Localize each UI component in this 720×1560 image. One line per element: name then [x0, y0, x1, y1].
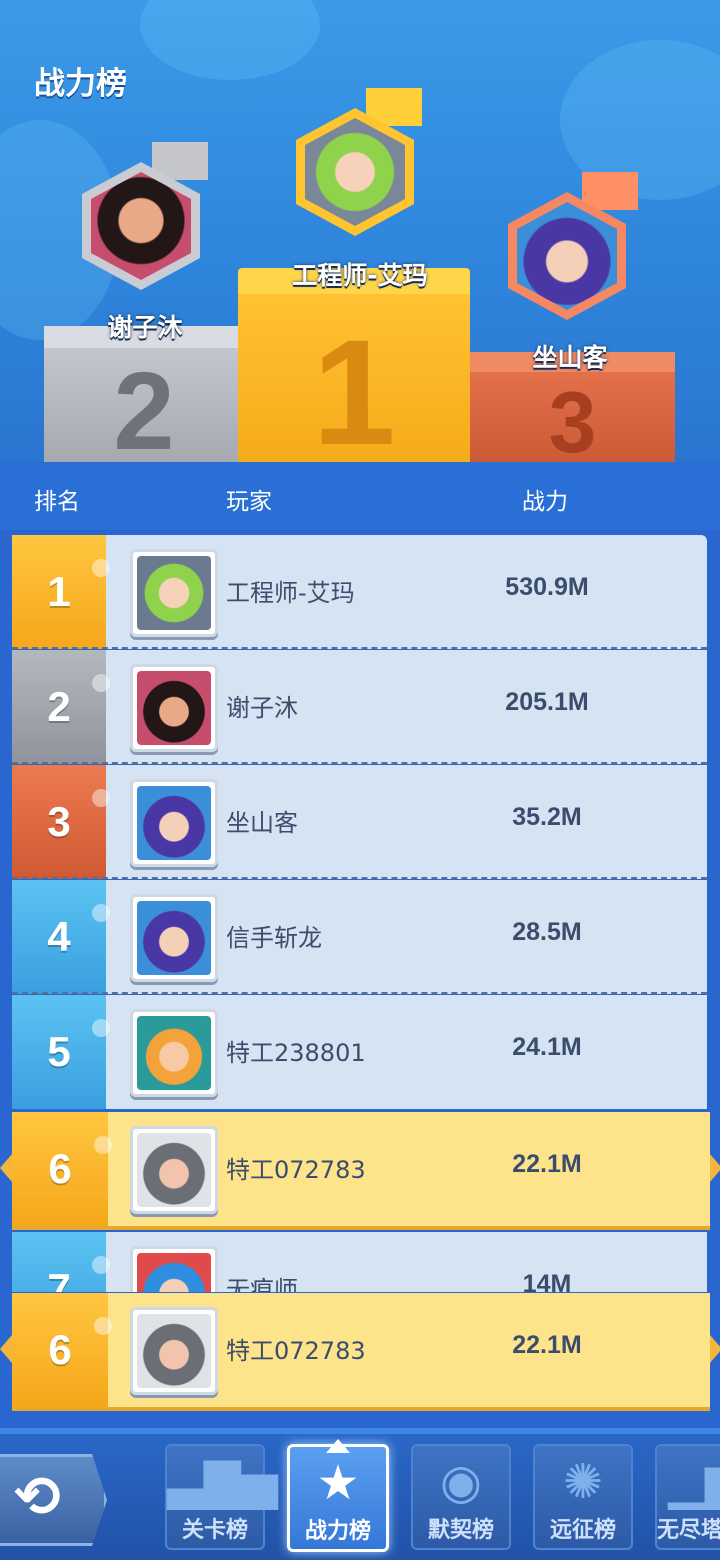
table-row[interactable]: 7 无痕师 14M — [12, 1232, 707, 1292]
bar-icon: ▁▆ — [668, 1454, 720, 1510]
column-rank: 排名 — [34, 489, 80, 515]
back-button[interactable]: ⟲ — [0, 1454, 107, 1546]
avatar[interactable] — [130, 1307, 218, 1395]
power-value: 205.1M — [505, 688, 589, 716]
page-title: 战力榜 — [34, 66, 127, 102]
avatar[interactable] — [130, 1126, 218, 1214]
podium-name-third: 坐山客 — [532, 343, 608, 372]
background-splash — [140, 0, 320, 80]
avatar-third[interactable] — [508, 192, 626, 320]
podium-icon: ▃▇▅ — [167, 1454, 278, 1510]
tab-label: 默契榜 — [427, 1518, 494, 1543]
table-row-current-player[interactable]: 6 特工072783 22.1M — [0, 1112, 720, 1230]
podium-block-first: 1 — [238, 268, 470, 462]
table-row[interactable]: 1 工程师-艾玛 530.9M — [12, 535, 707, 649]
player-name: 特工238801 — [226, 1039, 366, 1067]
podium-number-second: 2 — [113, 350, 175, 462]
bottom-nav: ⟲ ▃▇▅ 关卡榜 ★ 战力榜 ◉ 默契榜 ✺ 远征榜 ▁▆ 无尽塔 — [0, 1428, 720, 1560]
back-arrow-icon: ⟲ — [14, 1465, 61, 1530]
player-name: 特工072783 — [226, 1156, 366, 1184]
power-value: 14M — [522, 1270, 572, 1292]
ranking-list[interactable]: 1 工程师-艾玛 530.9M 2 谢子沐 205.1M 3 坐山客 35.2M… — [0, 530, 720, 1430]
podium-number-third: 3 — [548, 375, 597, 462]
power-value: 530.9M — [505, 573, 589, 601]
pinned-current-player-row[interactable]: 6 特工072783 22.1M — [0, 1293, 720, 1411]
tab-label: 战力榜 — [304, 1519, 371, 1544]
rank-badge: 1 — [12, 535, 110, 649]
table-row[interactable]: 5 特工238801 24.1M — [12, 995, 707, 1109]
avatar[interactable] — [130, 549, 218, 637]
tab-stage-rank[interactable]: ▃▇▅ 关卡榜 — [165, 1444, 278, 1550]
table-row[interactable]: 2 谢子沐 205.1M — [12, 650, 707, 764]
player-name: 无痕师 — [226, 1276, 298, 1292]
player-name: 特工072783 — [226, 1337, 366, 1365]
power-value: 28.5M — [512, 918, 582, 946]
rank-badge: 3 — [12, 765, 110, 879]
column-power: 战力 — [522, 489, 568, 515]
rank-badge: 2 — [12, 650, 110, 764]
tab-label: 无尽塔 — [657, 1518, 720, 1543]
table-row[interactable]: 4 信手斩龙 28.5M — [12, 880, 707, 994]
player-name: 坐山客 — [226, 809, 298, 837]
podium-name-second: 谢子沐 — [107, 313, 183, 342]
column-player: 玩家 — [226, 489, 272, 515]
trophy-icon: ★ — [316, 1455, 360, 1511]
power-value: 35.2M — [512, 803, 582, 831]
tab-endless-tower[interactable]: ▁▆ 无尽塔 — [655, 1444, 720, 1550]
column-header: 排名 玩家 战力 — [0, 462, 720, 530]
podium-block-second: 2 — [44, 326, 244, 462]
podium-number-first: 1 — [312, 308, 396, 462]
avatar[interactable] — [130, 894, 218, 982]
podium-area: 战力榜 2 1 3 谢子沐 工程师-艾玛 坐山客 — [0, 0, 720, 462]
player-name: 谢子沐 — [226, 694, 298, 722]
active-caret-icon — [326, 1439, 350, 1453]
tab-power-rank[interactable]: ★ 战力榜 — [287, 1439, 389, 1552]
power-value: 24.1M — [512, 1033, 582, 1061]
avatar[interactable] — [130, 1246, 218, 1292]
rank-badge: 6 — [12, 1112, 112, 1226]
player-name: 信手斩龙 — [226, 924, 322, 952]
tab-label: 远征榜 — [549, 1518, 616, 1543]
avatar[interactable] — [130, 1009, 218, 1097]
table-row[interactable]: 3 坐山客 35.2M — [12, 765, 707, 879]
player-name: 工程师-艾玛 — [226, 579, 355, 607]
bronze-crown-icon — [582, 172, 638, 210]
power-value: 22.1M — [512, 1331, 582, 1359]
rank-badge: 4 — [12, 880, 110, 994]
avatar-first[interactable] — [296, 108, 414, 236]
tab-tacit-rank[interactable]: ◉ 默契榜 — [411, 1444, 511, 1550]
badge-icon: ✺ — [562, 1454, 604, 1510]
rank-badge: 5 — [12, 995, 110, 1109]
avatar[interactable] — [130, 664, 218, 752]
medal-icon: ◉ — [440, 1454, 482, 1510]
rank-badge: 6 — [12, 1293, 112, 1407]
avatar[interactable] — [130, 779, 218, 867]
tab-expedition-rank[interactable]: ✺ 远征榜 — [533, 1444, 633, 1550]
tab-label: 关卡榜 — [181, 1518, 248, 1543]
rank-badge: 7 — [12, 1232, 110, 1292]
power-value: 22.1M — [512, 1150, 582, 1178]
podium-name-first: 工程师-艾玛 — [292, 261, 428, 290]
